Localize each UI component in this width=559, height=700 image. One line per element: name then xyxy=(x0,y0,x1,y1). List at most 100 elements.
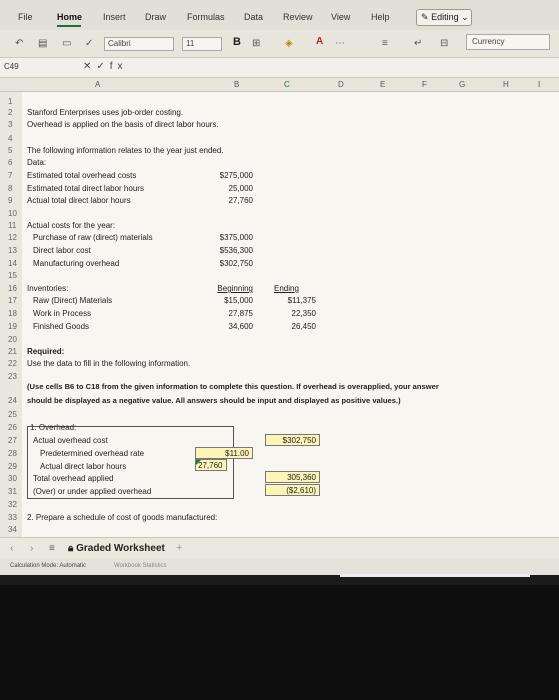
row-number[interactable]: 20 xyxy=(8,335,17,344)
wrap-text-icon[interactable]: ↵ xyxy=(414,38,422,49)
format-painter-icon[interactable]: ✓ xyxy=(85,38,93,49)
row-number[interactable]: 25 xyxy=(8,410,17,419)
column-header-f[interactable]: F xyxy=(422,80,427,89)
cell-b14[interactable]: $302,750 xyxy=(195,259,253,268)
cell-a3[interactable]: Overhead is applied on the basis of dire… xyxy=(27,120,219,129)
row-number[interactable]: 23 xyxy=(8,372,17,381)
cell-c16[interactable]: Ending xyxy=(274,284,299,293)
cell-a21[interactable]: Required: xyxy=(27,347,64,356)
cell-a19[interactable]: Finished Goods xyxy=(33,322,89,331)
row-number[interactable]: 14 xyxy=(8,259,17,268)
confirm-icon[interactable]: ✓ xyxy=(96,61,109,72)
row-number[interactable]: 4 xyxy=(8,134,12,143)
row-number[interactable]: 24 xyxy=(8,396,17,405)
cell-a26[interactable]: 1. Overhead: xyxy=(30,423,76,432)
instructions-line-2[interactable]: should be displayed as a negative value.… xyxy=(27,396,401,405)
cell-c30-input[interactable]: 305,360 xyxy=(265,471,320,483)
align-icon[interactable]: ≡ xyxy=(382,38,388,49)
cell-c27-input[interactable]: $302,750 xyxy=(265,434,320,446)
cell-b17[interactable]: $15,000 xyxy=(195,296,253,305)
row-number[interactable]: 21 xyxy=(8,347,17,356)
row-number[interactable]: 5 xyxy=(8,146,12,155)
row-number[interactable]: 27 xyxy=(8,436,17,445)
fill-color-icon[interactable]: ◈ xyxy=(285,38,293,49)
cell-a16[interactable]: Inventories: xyxy=(27,284,68,293)
number-format-select[interactable]: Currency xyxy=(466,34,550,50)
font-name-select[interactable]: Calibri xyxy=(104,37,174,51)
add-sheet-button[interactable]: + xyxy=(176,542,182,554)
tab-file[interactable]: File xyxy=(18,12,33,22)
column-header-g[interactable]: G xyxy=(459,80,465,89)
cell-b13[interactable]: $536,300 xyxy=(195,246,253,255)
column-header-h[interactable]: H xyxy=(503,80,509,89)
tab-help[interactable]: Help xyxy=(371,12,390,22)
row-number[interactable]: 34 xyxy=(8,525,17,534)
cell-a6[interactable]: Data: xyxy=(27,158,46,167)
row-number[interactable]: 31 xyxy=(8,487,17,496)
font-size-select[interactable]: 11 xyxy=(182,37,222,51)
cell-b7[interactable]: $275,000 xyxy=(195,171,253,180)
row-number[interactable]: 11 xyxy=(8,221,16,230)
row-number[interactable]: 33 xyxy=(8,513,17,522)
undo-icon[interactable]: ↶ xyxy=(15,38,23,49)
next-sheet-icon[interactable]: › xyxy=(30,543,33,554)
tab-insert[interactable]: Insert xyxy=(103,12,126,22)
row-number[interactable]: 13 xyxy=(8,246,17,255)
cancel-icon[interactable]: ✕ xyxy=(83,61,96,72)
tab-formulas[interactable]: Formulas xyxy=(187,12,225,22)
cell-a13[interactable]: Direct labor cost xyxy=(33,246,91,255)
row-number[interactable]: 22 xyxy=(8,359,17,368)
column-header-i[interactable]: I xyxy=(538,80,540,89)
cell-a18[interactable]: Work in Process xyxy=(33,309,91,318)
cell-b9[interactable]: 27,760 xyxy=(195,196,253,205)
cell-a31[interactable]: (Over) or under applied overhead xyxy=(33,487,151,496)
tab-home[interactable]: Home xyxy=(57,12,82,22)
column-header-c[interactable]: C xyxy=(284,80,290,89)
cell-b18[interactable]: 27,875 xyxy=(195,309,253,318)
cell-c18[interactable]: 22,350 xyxy=(262,309,316,318)
cell-a2[interactable]: Stanford Enterprises uses job-order cost… xyxy=(27,108,183,117)
cell-a29[interactable]: Actual direct labor hours xyxy=(40,462,126,471)
column-header-b[interactable]: B xyxy=(234,80,239,89)
sheet-list-icon[interactable]: ≡ xyxy=(49,543,55,554)
tab-review[interactable]: Review xyxy=(283,12,313,22)
borders-icon[interactable]: ⊞ xyxy=(252,38,260,49)
row-number[interactable]: 32 xyxy=(8,500,17,509)
row-number[interactable]: 19 xyxy=(8,322,17,331)
cell-a9[interactable]: Actual total direct labor hours xyxy=(27,196,131,205)
editing-mode-button[interactable]: ✎ Editing ⌄ xyxy=(416,9,472,26)
row-number[interactable]: 8 xyxy=(8,184,12,193)
cell-a30[interactable]: Total overhead applied xyxy=(33,474,114,483)
column-header-e[interactable]: E xyxy=(380,80,385,89)
paste-icon[interactable]: ▤ xyxy=(38,38,47,49)
row-number[interactable]: 16 xyxy=(8,284,17,293)
cell-a11[interactable]: Actual costs for the year: xyxy=(27,221,115,230)
cell-a27[interactable]: Actual overhead cost xyxy=(33,436,108,445)
row-number[interactable]: 28 xyxy=(8,449,17,458)
row-number[interactable]: 10 xyxy=(8,209,17,218)
row-number[interactable]: 3 xyxy=(8,120,12,129)
cell-a22[interactable]: Use the data to fill in the following in… xyxy=(27,359,190,368)
cell-a33[interactable]: 2. Prepare a schedule of cost of goods m… xyxy=(27,513,217,522)
cell-a28[interactable]: Predetermined overhead rate xyxy=(40,449,144,458)
row-number[interactable]: 12 xyxy=(8,233,17,242)
row-number[interactable]: 2 xyxy=(8,108,12,117)
row-number[interactable]: 7 xyxy=(8,171,12,180)
cell-c31-input[interactable]: ($2,610) xyxy=(265,484,320,496)
cell-a17[interactable]: Raw (Direct) Materials xyxy=(33,296,112,305)
cell-a8[interactable]: Estimated total direct labor hours xyxy=(27,184,144,193)
clipboard-icon[interactable]: ▭ xyxy=(62,38,71,49)
row-number[interactable]: 17 xyxy=(8,296,17,305)
cell-a14[interactable]: Manufacturing overhead xyxy=(33,259,119,268)
cell-c17[interactable]: $11,375 xyxy=(262,296,316,305)
row-number[interactable]: 26 xyxy=(8,423,17,432)
column-header-d[interactable]: D xyxy=(338,80,344,89)
cell-b8[interactable]: 25,000 xyxy=(195,184,253,193)
font-color-icon[interactable]: A xyxy=(316,36,323,47)
instructions-line-1[interactable]: (Use cells B6 to C18 from the given info… xyxy=(27,382,439,391)
row-number[interactable]: 9 xyxy=(8,196,12,205)
cell-a5[interactable]: The following information relates to the… xyxy=(27,146,224,155)
function-icon[interactable]: fx xyxy=(110,61,128,72)
sheet-tab-graded-worksheet[interactable]: 🔒︎ Graded Worksheet xyxy=(68,543,165,554)
row-number[interactable]: 30 xyxy=(8,474,17,483)
